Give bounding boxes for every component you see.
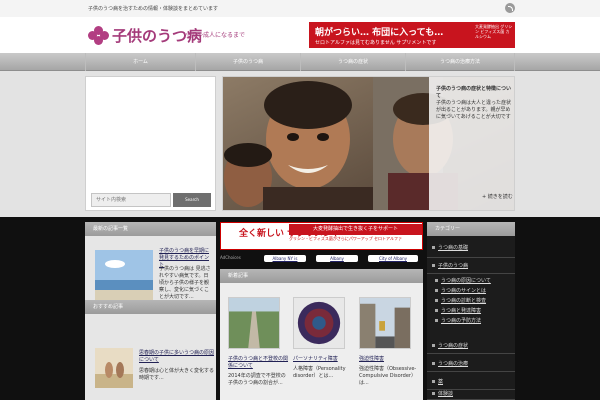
slide-caption-title[interactable]: 子供のうつ病の症状と特徴について	[436, 86, 512, 100]
article-card-title[interactable]: パーソナリティ障害	[293, 356, 353, 363]
subcategory-label[interactable]: うつ病の原因について	[441, 278, 491, 284]
category-item[interactable]: うつ病の基礎	[427, 244, 515, 258]
nav-item-treatment[interactable]: うつ病の治療方法	[405, 53, 515, 71]
new-articles-panel: 新着記事 子供のうつ病と不登校の関係について 2014年の調査で不登校の子供のう…	[220, 269, 423, 400]
left-item-1-text: 子供のうつ病は 見逃されやすい病気です。日頃から子供の様子を観察し、変化に気づく…	[159, 266, 211, 300]
category-label[interactable]: 子供のうつ病	[438, 263, 468, 269]
search-panel: Search	[85, 76, 216, 211]
city-street-thumbnail[interactable]	[359, 297, 411, 349]
rose-window-thumbnail[interactable]	[293, 297, 345, 349]
subcategory-label[interactable]: うつ病の診断と検査	[441, 298, 486, 304]
left-sidebar: 最新の記事一覧 子供のうつ病を早期に発見するためのポイント 子供のうつ病は 見逃…	[85, 222, 216, 400]
new-articles-heading: 新着記事	[220, 269, 423, 283]
bullet-icon	[435, 299, 438, 302]
ad-links-row: AdChoices Albany NY is Albany City of Al…	[220, 255, 423, 263]
ad-link-2[interactable]: Albany	[316, 255, 358, 262]
subcategory-item[interactable]: うつ病の診断と検査	[435, 297, 486, 304]
bullet-icon	[435, 279, 438, 282]
slide-caption-panel: 子供のうつ病の症状と特徴について 子供のうつ病は大人と違った症状が出ることがあり…	[429, 77, 514, 210]
subcategory-label[interactable]: うつ病の予防方法	[441, 318, 481, 324]
road-thumbnail[interactable]	[228, 297, 280, 349]
bullet-icon	[432, 380, 435, 383]
category-heading: カテゴリー	[427, 222, 515, 236]
center-column: 全く新しい サプリメント 大麦発酵抽出で生き抜く子をサポート グリシン・ビフィズ…	[220, 222, 423, 400]
nav-item-child-depression[interactable]: 子供のうつ病	[195, 53, 300, 71]
nav-item-home[interactable]: ホーム	[85, 53, 195, 71]
category-item[interactable]: うつ病の症状	[427, 342, 515, 354]
category-item[interactable]: 体験談	[427, 390, 515, 400]
left-item-2-title[interactable]: 思春期の子供に多いうつ病の原因について	[139, 350, 215, 364]
category-item[interactable]: 子供のうつ病	[427, 262, 515, 274]
subcategory-item[interactable]: うつ病の原因について	[435, 277, 491, 284]
bullet-icon	[435, 319, 438, 322]
category-label[interactable]: うつ病の基礎	[438, 245, 468, 251]
bullet-icon	[432, 392, 435, 395]
search-button[interactable]: Search	[173, 193, 211, 207]
center-ad-red-bar: 大麦発酵抽出で生き抜く子をサポート	[289, 224, 422, 235]
site-tagline: 子供のうつ病を治すための情報・体験談をまとめています	[88, 6, 219, 12]
top-bar: 子供のうつ病を治すための情報・体験談をまとめています	[0, 0, 600, 17]
subcategory-item[interactable]: うつ病と発達障害	[435, 307, 481, 314]
category-label[interactable]: うつ病の症状	[438, 343, 468, 349]
slide-caption-text: 子供のうつ病は大人と違った症状が出ることがあります。親が早めに気づいてあげること…	[436, 100, 512, 120]
rss-icon[interactable]	[505, 3, 515, 13]
site-header: 子供のうつ病 小児〜成人になるまで 朝がつらい… 布団に入っても… セロトアルフ…	[0, 17, 600, 53]
subcategory-item[interactable]: うつ病のサインとは	[435, 287, 486, 294]
featured-slider[interactable]: 子供のうつ病の症状と特徴について 子供のうつ病は大人と違った症状が出ることがあり…	[222, 76, 515, 211]
category-item[interactable]: 薬	[427, 378, 515, 390]
read-more-link[interactable]: + 続きを読む	[482, 193, 513, 200]
right-sidebar: カテゴリー うつ病の基礎 子供のうつ病 うつ病の原因について うつ病のサインとは…	[427, 222, 515, 400]
children-field-thumbnail[interactable]	[95, 348, 133, 388]
search-input[interactable]	[91, 193, 171, 207]
header-ad-banner[interactable]: 朝がつらい… 布団に入っても… セロトアルファは見てむありません サプリメントで…	[309, 22, 515, 48]
article-card-text: 2014年の調査で不登校の子供のうつ病の割合が...	[228, 373, 286, 386]
category-label[interactable]: 体験談	[438, 391, 453, 397]
ad-side-text: 大麦発酵抽出 グリシン ビフィズス菌 カルシウム	[475, 24, 513, 39]
bullet-icon	[435, 289, 438, 292]
ad-link-1[interactable]: Albany NY is	[264, 255, 306, 262]
flower-logo-icon[interactable]	[88, 26, 110, 46]
category-item[interactable]: うつ病の治療	[427, 360, 515, 372]
article-card-text: 人格障害（Personality disorder）とは...	[293, 366, 346, 379]
article-card-text: 強迫性障害（Obsessive-Compulsive Disorder）は...	[359, 366, 417, 386]
bullet-icon	[435, 309, 438, 312]
left-item-2-text: 思春期は心と体が大きく変化する時期です...	[139, 368, 215, 381]
left-heading-recommended: おすすめ記事	[85, 300, 216, 314]
subcategory-item[interactable]: うつ病の予防方法	[435, 317, 481, 324]
nav-item-symptoms[interactable]: うつ病の症状	[300, 53, 405, 71]
bullet-icon	[432, 264, 435, 267]
ad-headline: 朝がつらい… 布団に入っても…	[315, 28, 444, 38]
article-card-title[interactable]: 子供のうつ病と不登校の関係について	[228, 356, 288, 370]
ad-link-3[interactable]: City of Albany	[368, 255, 418, 262]
article-card[interactable]: 子供のうつ病と不登校の関係について 2014年の調査で不登校の子供のうつ病の割合…	[228, 297, 288, 387]
beach-thumbnail[interactable]	[95, 250, 153, 304]
article-card[interactable]: 強迫性障害 強迫性障害（Obsessive-Compulsive Disorde…	[359, 297, 419, 387]
bullet-icon	[432, 246, 435, 249]
center-ad-banner[interactable]: 全く新しい サプリメント 大麦発酵抽出で生き抜く子をサポート グリシン・ビフィズ…	[220, 222, 423, 250]
adchoices-label[interactable]: AdChoices	[220, 255, 241, 260]
center-ad-line: グリシン・ビフィズス菌がさらにパワーアップ セロトアルファ	[289, 236, 402, 241]
category-label[interactable]: 薬	[438, 379, 443, 385]
subcategory-label[interactable]: うつ病と発達障害	[441, 308, 481, 314]
bullet-icon	[432, 362, 435, 365]
left-heading-recent: 最新の記事一覧	[85, 222, 216, 236]
category-label[interactable]: うつ病の治療	[438, 361, 468, 367]
article-card[interactable]: パーソナリティ障害 人格障害（Personality disorder）とは..…	[293, 297, 353, 380]
site-logo-subtitle: 小児〜成人になるまで	[185, 32, 246, 39]
article-card-title[interactable]: 強迫性障害	[359, 356, 419, 363]
bullet-icon	[432, 344, 435, 347]
main-nav: ホーム 子供のうつ病 うつ病の症状 うつ病の治療方法	[0, 53, 600, 71]
subcategory-label[interactable]: うつ病のサインとは	[441, 288, 486, 294]
ad-subline: セロトアルファは見てむありません サプリメントです	[315, 40, 437, 46]
